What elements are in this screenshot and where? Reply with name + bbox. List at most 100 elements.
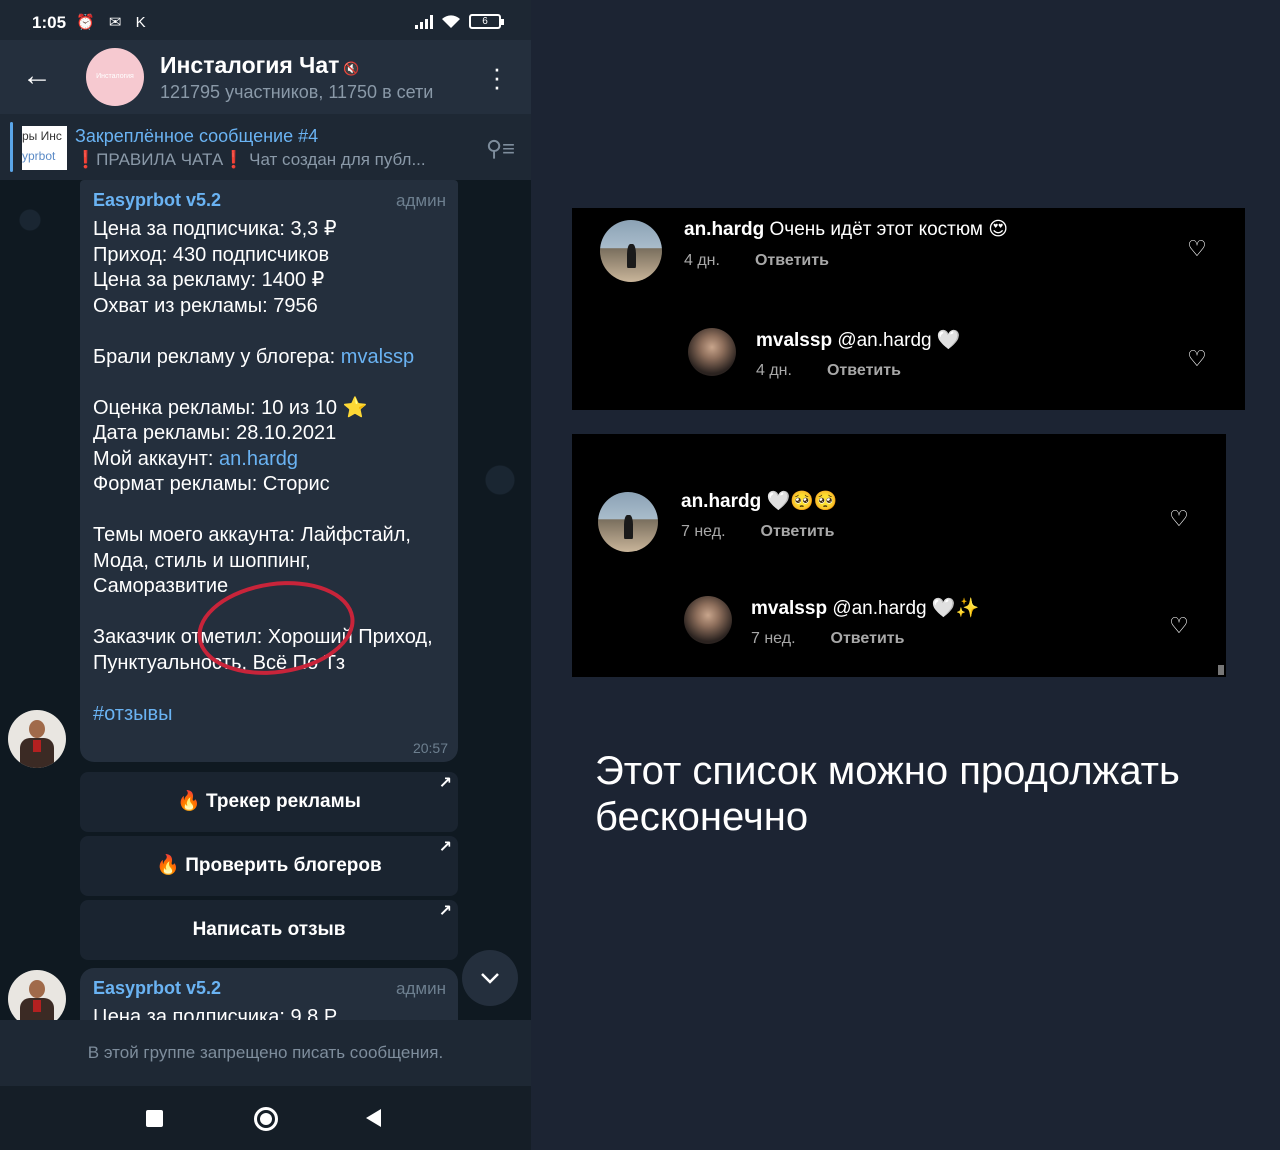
message-sender[interactable]: Easyprbot v5.2 <box>93 978 445 999</box>
bot-message-partial: Easyprbot v5.2 админ Цена за подписчика:… <box>80 968 458 1020</box>
msg-line-reach: Охват из рекламы: 7956 <box>93 294 318 317</box>
comment-age: 7 нед. <box>751 630 796 647</box>
battery-icon: 6 <box>469 14 504 29</box>
reply-link[interactable]: Ответить <box>827 362 901 380</box>
msg-line-income: Приход: 430 подписчиков <box>93 243 330 266</box>
external-link-icon: ↗ <box>438 903 452 920</box>
comment-meta: 7 нед. Ответить <box>681 523 834 541</box>
heart-icon[interactable]: ♡ <box>1186 238 1208 260</box>
instagram-comments-1: an.hardg Очень идёт этот костюм 😍 4 дн. … <box>572 208 1245 410</box>
caption-text: Этот список можно продолжать бесконечно <box>595 749 1180 839</box>
comment-username[interactable]: mvalssp <box>756 330 832 351</box>
comment-text: mvalssp @an.hardg 🤍✨ <box>751 596 979 620</box>
avatar[interactable] <box>598 492 658 552</box>
back-arrow-icon[interactable]: ← <box>20 61 54 92</box>
chat-subtitle: 121795 участников, 11750 в сети <box>160 82 434 102</box>
notification-icons: ⏰ ✉ K <box>76 14 151 31</box>
hashtag-link[interactable]: #отзывы <box>93 702 445 728</box>
comment-body: Очень идёт этот костюм 😍 <box>764 219 1009 240</box>
heart-icon[interactable]: ♡ <box>1168 508 1190 530</box>
pinned-thumb-line1: ры Инс <box>22 129 62 143</box>
blogger-label: Брали рекламу у блогера: <box>93 345 341 368</box>
comment-meta: 4 дн. Ответить <box>756 362 901 380</box>
msg-line-date: Дата рекламы: 28.10.2021 <box>93 422 337 444</box>
scrollbar[interactable] <box>1218 665 1224 675</box>
check-bloggers-button[interactable]: 🔥 Проверить блогеров ↗ <box>80 836 458 896</box>
external-link-icon: ↗ <box>438 775 452 792</box>
account-label: Мой аккаунт: <box>93 447 220 470</box>
chat-title[interactable]: Инсталогия Чат 🔇 <box>160 52 360 79</box>
nav-back-icon[interactable] <box>366 1109 381 1127</box>
comment-username[interactable]: an.hardg <box>684 219 764 240</box>
pinned-thumb-line2: yprbot <box>22 149 56 163</box>
chat-title-text: Инсталогия Чат <box>160 52 340 78</box>
pinned-list-icon[interactable]: ⚲≡ <box>486 136 515 162</box>
recents-icon[interactable] <box>146 1110 163 1127</box>
comment-age: 4 дн. <box>684 252 720 269</box>
msg-line-ad-price: Цена за рекламу: 1400 ₽ <box>93 269 325 291</box>
comment-age: 7 нед. <box>681 523 726 540</box>
more-menu-icon[interactable]: · · · <box>487 55 507 99</box>
message-body-partial: Цена за подписчика: 9,8 Р <box>93 1006 338 1020</box>
pinned-thumbnail: ры Инс yprbot <box>22 126 67 170</box>
external-link-icon: ↗ <box>438 839 452 856</box>
msg-line-price: Цена за подписчика: 3,3 ₽ <box>93 218 337 240</box>
signal-icon <box>415 14 433 29</box>
reply-link[interactable]: Ответить <box>755 252 829 270</box>
reply-link[interactable]: Ответить <box>761 523 835 541</box>
exclamation-icon: ❗ <box>75 150 97 169</box>
account-link[interactable]: an.hardg <box>219 448 298 470</box>
pinned-rules-text: ПРАВИЛА ЧАТА <box>96 150 224 169</box>
tracker-button[interactable]: 🔥 Трекер рекламы ↗ <box>80 772 458 832</box>
comment-body: 🤍🥺🥺 <box>761 491 838 512</box>
android-nav-bar <box>0 1086 531 1150</box>
avatar[interactable] <box>600 220 662 282</box>
comment-text: mvalssp @an.hardg 🤍 <box>756 328 961 352</box>
write-review-button[interactable]: Написать отзыв ↗ <box>80 900 458 960</box>
wifi-icon <box>442 15 460 28</box>
pinned-message-bar[interactable]: ры Инс yprbot Закреплённое сообщение #4 … <box>0 114 531 180</box>
bot-avatar[interactable] <box>8 710 66 768</box>
comment-username[interactable]: mvalssp <box>751 598 827 619</box>
comment-meta: 7 нед. Ответить <box>751 630 904 648</box>
pinned-title: Закреплённое сообщение #4 <box>75 126 319 146</box>
msg-line-account: Мой аккаунт: an.hardg <box>93 447 445 473</box>
comment-text: an.hardg 🤍🥺🥺 <box>681 489 838 513</box>
avatar[interactable] <box>688 328 736 376</box>
tracker-button-label: 🔥 Трекер рекламы <box>177 791 361 812</box>
pinned-rest-text: Чат создан для публ... <box>244 150 426 169</box>
admin-badge: админ <box>396 979 446 998</box>
comment-text: an.hardg Очень идёт этот костюм 😍 <box>684 218 1008 241</box>
pinned-indicator <box>10 122 13 172</box>
blogger-link[interactable]: mvalssp <box>341 346 414 368</box>
mute-icon: 🔇 <box>343 61 360 76</box>
comment-body: @an.hardg 🤍✨ <box>827 598 980 619</box>
chevron-down-icon <box>481 973 499 984</box>
msg-line-rating: Оценка рекламы: 10 из 10 ⭐ <box>93 396 368 419</box>
comment-body: @an.hardg 🤍 <box>832 330 961 351</box>
scroll-down-button[interactable] <box>462 950 518 1006</box>
instagram-comments-2: an.hardg 🤍🥺🥺 7 нед. Ответить ♡ mvalssp @… <box>572 434 1226 677</box>
heart-icon[interactable]: ♡ <box>1168 615 1190 637</box>
chat-avatar[interactable]: Инсталогия <box>86 48 144 106</box>
write-review-label: Написать отзыв <box>192 919 346 940</box>
status-time: 1:05 <box>32 13 67 32</box>
avatar[interactable] <box>684 596 732 644</box>
bot-avatar[interactable] <box>8 970 66 1020</box>
comment-age: 4 дн. <box>756 362 792 379</box>
reply-link[interactable]: Ответить <box>831 630 905 648</box>
system-icons: 6 <box>415 14 504 29</box>
restricted-notice: В этой группе запрещено писать сообщения… <box>0 1020 531 1086</box>
exclamation-icon: ❗ <box>223 150 245 169</box>
heart-icon[interactable]: ♡ <box>1186 348 1208 370</box>
comment-username[interactable]: an.hardg <box>681 491 761 512</box>
msg-line-blogger: Брали рекламу у блогера: mvalssp <box>93 345 445 371</box>
home-icon[interactable] <box>254 1107 278 1131</box>
pinned-preview: ❗ПРАВИЛА ЧАТА❗ Чат создан для публ... <box>75 150 475 170</box>
comment-meta: 4 дн. Ответить <box>684 252 829 270</box>
msg-line-format: Формат рекламы: Сторис <box>93 473 330 495</box>
chat-messages-area[interactable]: Easyprbot v5.2 админ Цена за подписчика:… <box>0 180 531 1020</box>
check-bloggers-label: 🔥 Проверить блогеров <box>156 855 382 876</box>
telegram-phone-screenshot: 1:05 ⏰ ✉ K 6 ← Инсталогия Инсталогия Чат… <box>0 0 531 1150</box>
message-sender[interactable]: Easyprbot v5.2 <box>93 190 445 211</box>
